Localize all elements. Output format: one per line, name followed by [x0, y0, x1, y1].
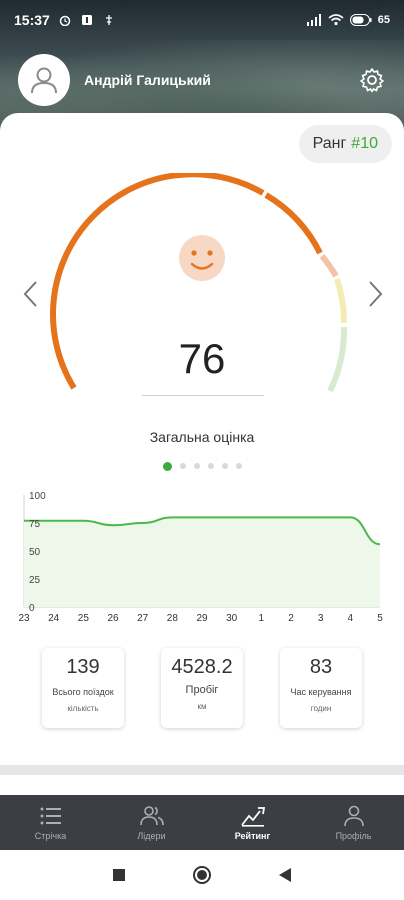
- next-arrow-icon[interactable]: [364, 279, 386, 309]
- nav-item-rating[interactable]: Рейтинг: [202, 795, 303, 850]
- notification-icon: [81, 15, 92, 25]
- chart-y-tick-label: 0: [29, 603, 35, 614]
- chart-area: [24, 517, 380, 607]
- stat-driving-time-label: Час керування: [290, 687, 352, 697]
- avatar[interactable]: [18, 54, 70, 106]
- battery-icon: [349, 14, 372, 26]
- rank-label: Ранг: [312, 135, 347, 152]
- page-indicator: [0, 461, 404, 471]
- chart-x-tick-label: 3: [318, 613, 324, 624]
- stat-trips-label: Всього поїздок: [52, 687, 114, 697]
- chart-y-tick-label: 100: [29, 491, 46, 502]
- recents-icon[interactable]: [112, 868, 126, 882]
- wifi-icon: [328, 14, 344, 26]
- score-underline: [142, 395, 264, 396]
- score-value: 76: [178, 335, 226, 382]
- stat-mileage: 4528.2 Пробіг км: [161, 648, 243, 728]
- usb-icon: [105, 15, 112, 25]
- stat-trips: 139 Всього поїздок кількість: [42, 648, 124, 728]
- score-history-chart: 100755025023 24 25 26 27 28 29 30 1 2 3 4 5: [18, 491, 383, 624]
- chart-x-tick-label: 29: [196, 613, 208, 624]
- rank-badge: Ранг #10: [298, 125, 392, 163]
- system-nav-bar: [0, 850, 404, 900]
- signal-icon: [306, 14, 321, 26]
- nav-item-profile[interactable]: Профіль: [303, 795, 404, 850]
- gear-icon[interactable]: [358, 66, 386, 94]
- page-dot[interactable]: [193, 463, 200, 469]
- nav-item-feed[interactable]: Стрічка: [0, 795, 101, 850]
- nav-label-leaders: Лідери: [137, 831, 166, 841]
- chart-x-tick-label: 24: [48, 613, 60, 624]
- page-dot[interactable]: [179, 463, 186, 469]
- profile-icon: [343, 805, 364, 827]
- page-dot[interactable]: [221, 463, 228, 469]
- nav-label-profile: Профіль: [335, 831, 372, 841]
- stat-mileage-unit: км: [197, 702, 207, 711]
- stat-trips-unit: кількість: [67, 704, 99, 713]
- chart-y-tick-label: 75: [29, 519, 41, 530]
- page-dot[interactable]: [162, 461, 172, 471]
- nav-label-feed: Стрічка: [34, 831, 67, 841]
- nav-label-rating: Рейтинг: [234, 831, 271, 841]
- bottom-nav: Стрічка Лідери Рейтинг Профіль: [0, 795, 404, 850]
- rating-icon: [240, 807, 265, 827]
- chart-x-tick-label: 4: [348, 613, 354, 624]
- stat-trips-value: 139: [66, 656, 100, 678]
- prev-arrow-icon[interactable]: [20, 279, 42, 309]
- gauge-arc-segment-2: [264, 192, 323, 255]
- page-dot[interactable]: [235, 463, 242, 469]
- score-caption: Загальна оцінка: [149, 429, 255, 445]
- user-name: Андрій Галицький: [84, 72, 211, 88]
- stat-driving-time-unit: годин: [310, 704, 332, 713]
- chart-x-tick-label: 25: [78, 613, 90, 624]
- back-icon[interactable]: [278, 867, 292, 883]
- alarm-icon: [59, 15, 71, 26]
- profile-header: Андрій Галицький: [18, 52, 386, 108]
- gauge-arc-segment-3: [319, 254, 339, 278]
- stat-driving-time: 83 Час керування годин: [280, 648, 362, 728]
- chart-x-tick-label: 26: [107, 613, 119, 624]
- chart-x-tick-label: 23: [18, 613, 30, 624]
- nav-item-leaders[interactable]: Лідери: [101, 795, 202, 850]
- stat-driving-time-value: 83: [309, 656, 333, 678]
- stat-mileage-value: 4528.2: [171, 656, 233, 678]
- battery-level: 65: [377, 14, 390, 26]
- chart-x-tick-label: 30: [226, 613, 238, 624]
- feed-icon: [40, 807, 61, 825]
- chart-y-tick-label: 50: [29, 547, 41, 558]
- user-icon: [31, 67, 57, 94]
- status-time: 15:37: [14, 12, 50, 28]
- home-icon[interactable]: [192, 865, 212, 885]
- chart-x-tick-label: 2: [288, 613, 294, 624]
- divider: [0, 765, 404, 775]
- stats-row: 139 Всього поїздок кількість 4528.2 Проб…: [42, 648, 362, 728]
- smiley-icon: [179, 235, 225, 281]
- page-dot[interactable]: [207, 463, 214, 469]
- rating-card: Ранг #10 76 Загальна оцінка 100 75 50 25 0 23…: [0, 113, 404, 795]
- gauge-arc-segment-5: [327, 326, 348, 393]
- stat-mileage-label: Пробіг: [185, 684, 219, 696]
- rank-value: #10: [351, 135, 378, 152]
- chart-x-tick-label: 28: [167, 613, 179, 624]
- chart-x-tick-label: 1: [259, 613, 265, 624]
- chart-y-tick-label: 25: [29, 575, 41, 586]
- status-bar: 15:37 65: [0, 0, 404, 40]
- chart-x-tick-label: 5: [377, 613, 383, 624]
- chart-x-tick-label: 27: [137, 613, 149, 624]
- gauge-arc-segment-4: [334, 278, 348, 324]
- leaders-icon: [139, 806, 164, 826]
